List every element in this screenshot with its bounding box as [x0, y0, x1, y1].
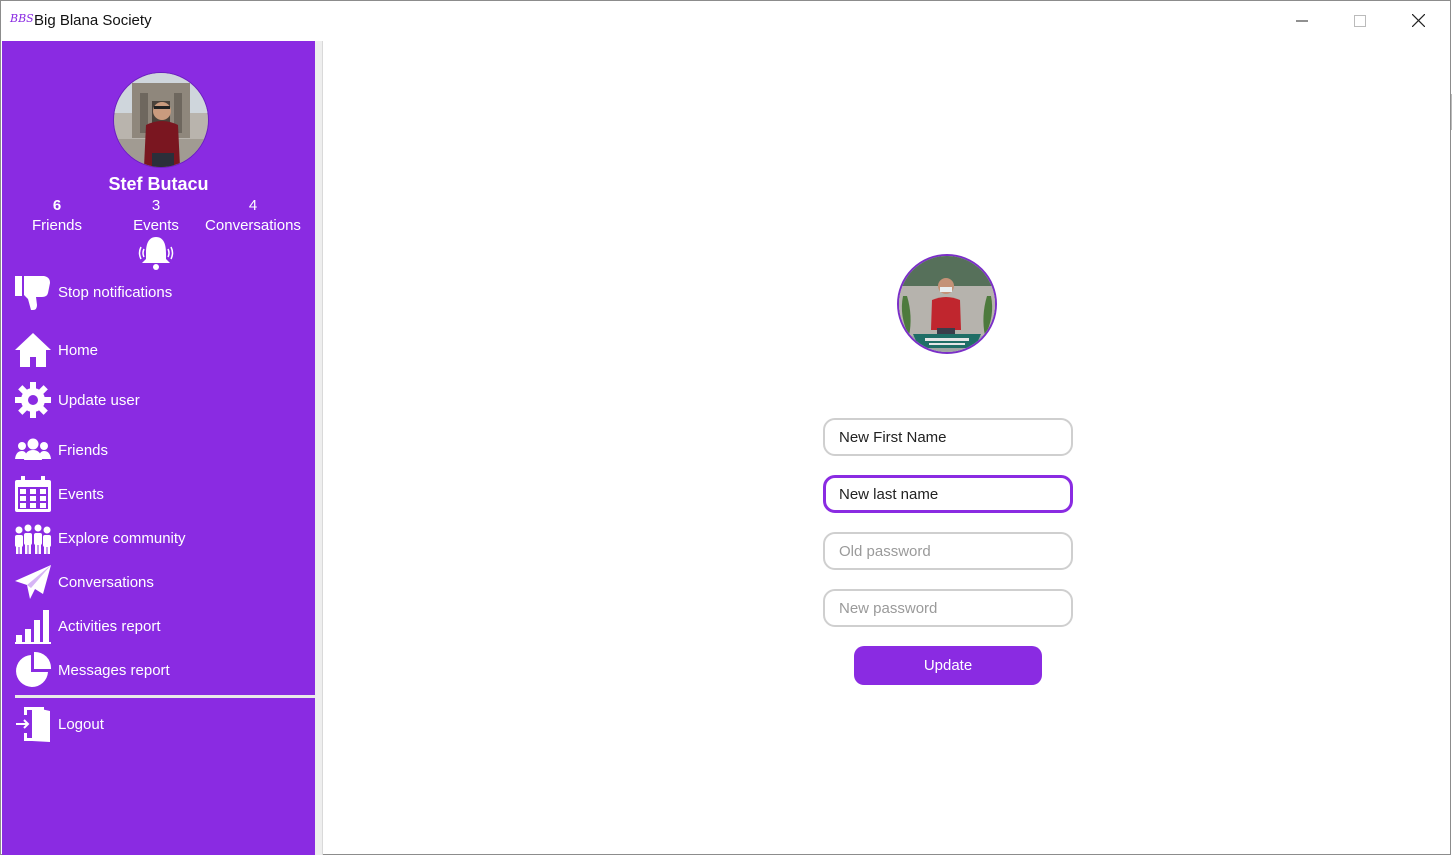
sidebar-item-label: Update user: [58, 391, 140, 409]
old-password-input[interactable]: [823, 532, 1073, 570]
events-count: 3: [151, 197, 161, 214]
sidebar-resize-handle[interactable]: [315, 41, 323, 855]
update-button[interactable]: Update: [854, 646, 1042, 685]
sidebar-item-label: Friends: [58, 441, 109, 459]
sidebar-item-label: Conversations: [58, 573, 154, 591]
sidebar-item-explore-community[interactable]: Explore community: [14, 518, 186, 558]
paper-plane-icon: [14, 563, 52, 601]
user-avatar[interactable]: [113, 72, 209, 168]
title-bar: BBS Big Blana Society: [1, 1, 1450, 40]
friends-count-label: Friends: [31, 217, 83, 234]
events-count-stat: 3 Events: [101, 196, 211, 236]
last-name-input[interactable]: [823, 475, 1073, 513]
maximize-icon: [1354, 14, 1366, 27]
sidebar-item-label: Home: [58, 341, 99, 359]
pie-chart-icon: [14, 651, 52, 689]
conversations-count-label: Conversations: [205, 217, 301, 234]
window-title: Big Blana Society: [34, 12, 152, 29]
home-icon: [14, 331, 52, 369]
profile-picture[interactable]: [897, 254, 997, 354]
thumbs-down-icon: [14, 273, 52, 311]
conversations-count: 4: [248, 197, 258, 214]
sidebar: Stef Butacu 6 Friends 3 Events 4 Convers…: [2, 41, 315, 855]
friends-count-stat: 6 Friends: [2, 196, 112, 236]
people-icon: [14, 431, 52, 469]
sidebar-item-stop-notifications[interactable]: Stop notifications: [14, 272, 172, 312]
sidebar-item-messages-report[interactable]: Messages report: [14, 650, 170, 690]
user-name: Stef Butacu: [108, 174, 209, 194]
close-icon: [1411, 14, 1425, 27]
sidebar-divider: [15, 695, 315, 698]
app-window: BBS Big Blana Society Stef Butacu 6 Frie…: [0, 0, 1451, 855]
sidebar-item-update-user[interactable]: Update user: [14, 380, 140, 420]
close-button[interactable]: [1389, 1, 1447, 40]
events-count-label: Events: [133, 217, 179, 234]
minimize-icon: [1296, 20, 1308, 21]
bell-ringing-icon[interactable]: [136, 235, 176, 273]
sidebar-item-home[interactable]: Home: [14, 330, 98, 370]
logout-door-icon: [14, 705, 52, 743]
community-icon: [14, 519, 52, 557]
sidebar-item-label: Activities report: [58, 617, 161, 635]
sidebar-item-label: Events: [58, 485, 104, 503]
gear-icon: [14, 381, 52, 419]
first-name-input[interactable]: [823, 418, 1073, 456]
app-logo-icon: BBS: [10, 12, 34, 25]
sidebar-item-friends[interactable]: Friends: [14, 430, 108, 470]
maximize-button[interactable]: [1331, 1, 1389, 40]
sidebar-item-label: Explore community: [58, 529, 186, 547]
friends-count: 6: [52, 197, 62, 214]
sidebar-item-conversations[interactable]: Conversations: [14, 562, 154, 602]
sidebar-item-label: Stop notifications: [58, 283, 173, 301]
sidebar-item-logout[interactable]: Logout: [14, 704, 104, 744]
new-password-input[interactable]: [823, 589, 1073, 627]
sidebar-item-activities-report[interactable]: Activities report: [14, 606, 161, 646]
conversations-count-stat: 4 Conversations: [198, 196, 308, 236]
sidebar-item-label: Messages report: [58, 661, 170, 679]
sidebar-item-events[interactable]: Events: [14, 474, 104, 514]
bar-chart-icon: [14, 607, 52, 645]
calendar-icon: [14, 475, 52, 513]
sidebar-item-label: Logout: [58, 715, 104, 733]
minimize-button[interactable]: [1273, 1, 1331, 40]
